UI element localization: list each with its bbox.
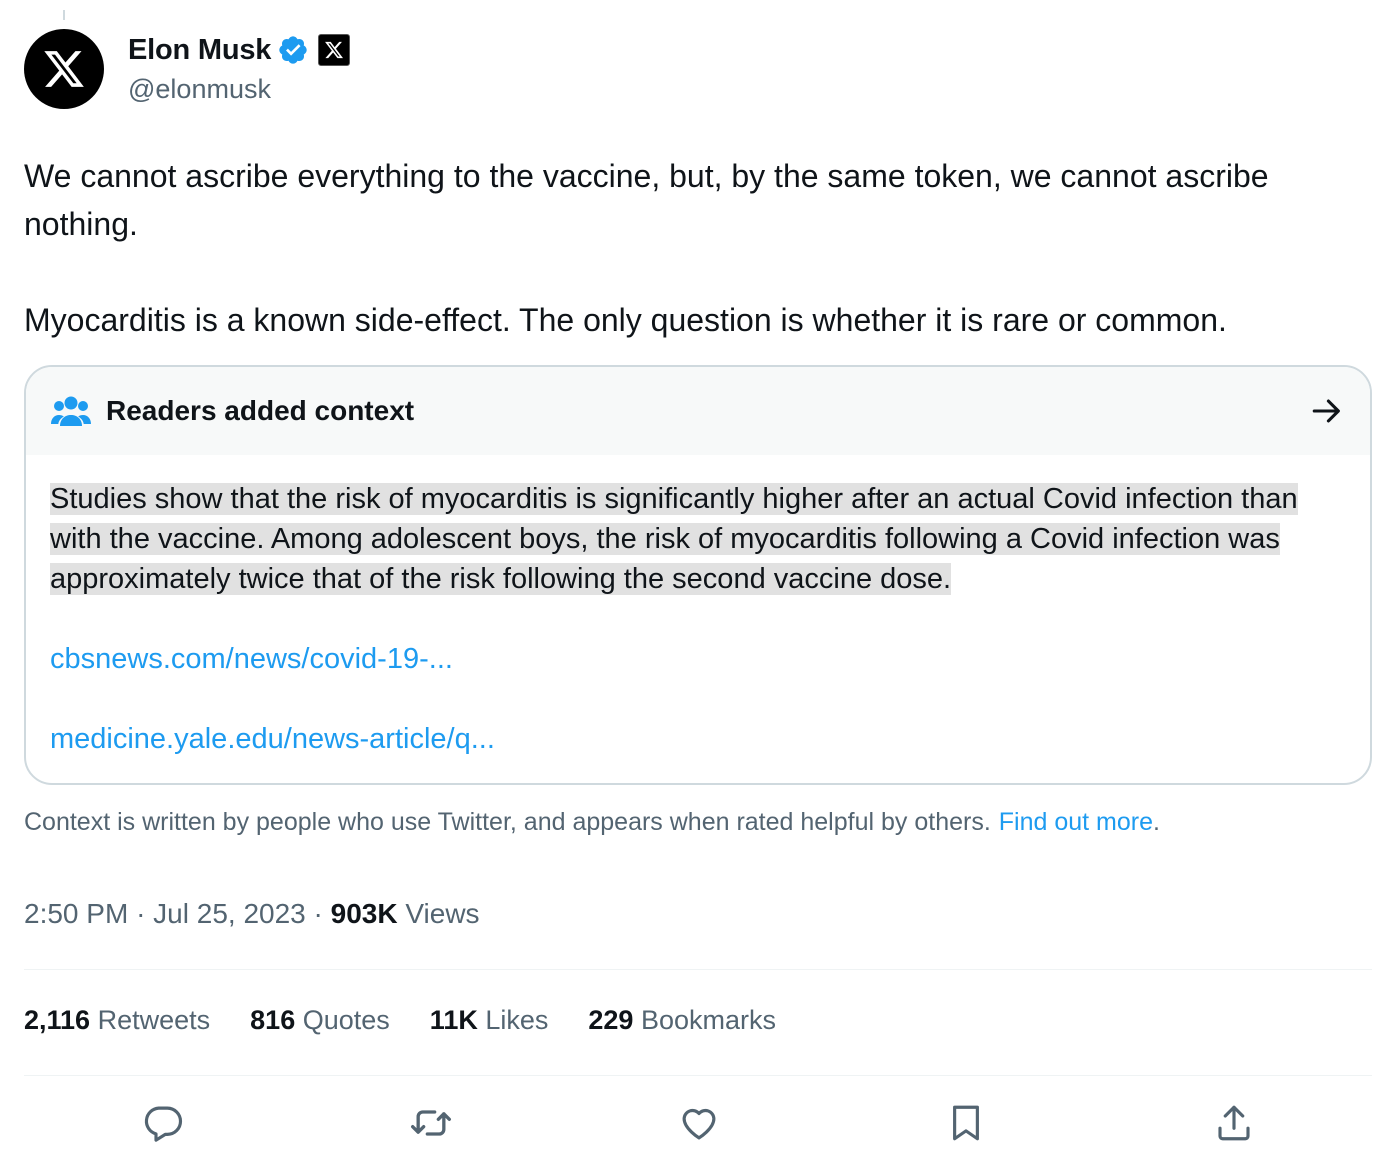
community-note-footer: Context is written by people who use Twi…	[24, 808, 1160, 837]
stat-likes[interactable]: 11K Likes	[430, 1005, 549, 1036]
community-note-card[interactable]: Readers added context Studies show that …	[24, 365, 1372, 785]
views-count: 903K	[330, 898, 398, 929]
people-icon	[51, 396, 91, 426]
retweet-icon	[411, 1110, 451, 1136]
author-block: Elon Musk @elonmusk	[128, 30, 351, 105]
stat-count: 2,116	[24, 1005, 91, 1035]
like-button[interactable]	[676, 1100, 722, 1146]
share-button[interactable]	[1211, 1100, 1257, 1146]
meta-separator: ·	[313, 898, 323, 929]
stat-label: Bookmarks	[640, 1005, 777, 1035]
top-thread-line	[63, 10, 65, 20]
tweet-actions	[0, 1100, 1394, 1146]
engagement-stats: 2,116 Retweets 816 Quotes 11K Likes 229 …	[24, 1005, 816, 1036]
share-icon	[1218, 1105, 1250, 1141]
stat-bookmarks[interactable]: 229 Bookmarks	[588, 1005, 776, 1036]
x-logo-icon	[44, 51, 84, 87]
note-source-link-yale[interactable]: medicine.yale.edu/news-article/q...	[50, 719, 1346, 759]
stat-count: 11K	[429, 1005, 478, 1035]
stat-count: 816	[250, 1005, 296, 1035]
footer-period: .	[1153, 808, 1160, 836]
meta-separator: ·	[136, 898, 146, 929]
community-note-title: Readers added context	[106, 395, 415, 426]
tweet-meta: 2:50 PM · Jul 25, 2023 · 903K Views	[24, 898, 480, 930]
stat-label: Likes	[485, 1005, 549, 1035]
tweet-date[interactable]: Jul 25, 2023	[153, 898, 306, 929]
x-affiliate-badge-icon[interactable]	[318, 34, 351, 66]
author-display-name[interactable]: Elon Musk	[128, 34, 271, 67]
note-source-link-cbsnews[interactable]: cbsnews.com/news/covid-19-...	[50, 639, 1346, 679]
reply-button[interactable]	[140, 1100, 186, 1146]
community-note-body: Studies show that the risk of myocarditi…	[26, 455, 1370, 759]
stat-label: Retweets	[97, 1005, 211, 1035]
community-note-footer-text: Context is written by people who use Twi…	[24, 808, 991, 836]
views-label: Views	[405, 898, 480, 929]
author-name-row: Elon Musk	[128, 30, 351, 70]
tweet-time[interactable]: 2:50 PM	[24, 898, 128, 929]
community-note-header[interactable]: Readers added context	[26, 367, 1370, 455]
arrow-right-icon[interactable]	[1310, 394, 1344, 428]
avatar[interactable]	[24, 29, 104, 109]
find-out-more-link[interactable]: Find out more	[999, 808, 1153, 836]
divider	[24, 1075, 1372, 1076]
author-handle[interactable]: @elonmusk	[128, 74, 350, 105]
stat-quotes[interactable]: 816 Quotes	[250, 1005, 390, 1036]
stat-retweets[interactable]: 2,116 Retweets	[24, 1005, 210, 1036]
community-note-text: Studies show that the risk of myocarditi…	[50, 483, 1298, 595]
tweet-text: We cannot ascribe everything to the vacc…	[24, 158, 1269, 338]
verified-badge-icon[interactable]	[277, 34, 309, 66]
like-icon	[682, 1108, 716, 1140]
retweet-button[interactable]	[408, 1100, 454, 1146]
bookmark-icon	[953, 1105, 979, 1141]
reply-icon	[144, 1106, 183, 1142]
divider	[24, 969, 1372, 970]
stat-count: 229	[588, 1005, 634, 1035]
bookmark-button[interactable]	[943, 1100, 989, 1146]
stat-label: Quotes	[302, 1005, 390, 1035]
